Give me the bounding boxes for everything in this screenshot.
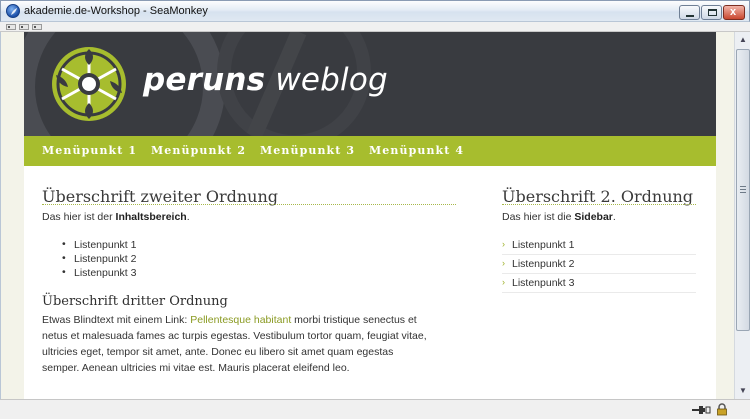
site-title-bold: peruns: [143, 62, 266, 98]
list-item: Listenpunkt 1: [62, 238, 137, 251]
sidebar-item-label: Listenpunkt 1: [512, 239, 575, 251]
collapsed-toolbars: [0, 22, 750, 32]
content-intro-suffix: .: [186, 211, 190, 223]
close-icon: x: [730, 6, 737, 18]
seamonkey-icon: [6, 4, 20, 18]
chevron-right-icon: ›: [502, 277, 505, 287]
menu-item-1[interactable]: Menüpunkt 1: [42, 144, 137, 157]
paragraph-line-1-prefix: Etwas Blindtext mit einem Link:: [42, 314, 191, 326]
page-background-right: [716, 32, 734, 399]
sidebar-item-3[interactable]: › Listenpunkt 3: [502, 275, 696, 293]
chevron-right-icon: ›: [502, 258, 505, 268]
main-menu: Menüpunkt 1 Menüpunkt 2 Menüpunkt 3 Menü…: [24, 136, 716, 166]
minimize-button[interactable]: [679, 5, 700, 20]
sidebar-item-1[interactable]: › Listenpunkt 1: [502, 237, 696, 255]
site-title-rest: weblog: [265, 62, 388, 98]
scrollbar-thumb[interactable]: [736, 49, 750, 331]
chevron-right-icon: ›: [502, 239, 505, 249]
toolbar-grippy-1[interactable]: [6, 24, 16, 30]
vertical-scrollbar[interactable]: ▲ ▼: [734, 32, 750, 399]
toolbar-grippy-2[interactable]: [19, 24, 29, 30]
network-plug-icon[interactable]: [692, 405, 712, 415]
menu-item-2[interactable]: Menüpunkt 2: [151, 144, 246, 157]
sidebar-intro-prefix: Das hier ist die: [502, 211, 575, 223]
list-item: Listenpunkt 2: [62, 252, 137, 265]
site-title: peruns weblog: [143, 62, 388, 98]
pellentesque-link[interactable]: Pellentesque habitant: [190, 314, 291, 326]
content-intro: Das hier ist der Inhaltsbereich.: [42, 211, 190, 223]
sidebar-intro: Das hier ist die Sidebar.: [502, 211, 616, 223]
content-subheading: Überschrift dritter Ordnung: [42, 294, 228, 309]
sidebar-intro-suffix: .: [612, 211, 616, 223]
paragraph-line-1-suffix: morbi tristique senectus et: [291, 314, 417, 326]
minimize-icon: [686, 15, 694, 17]
site-header: peruns weblog: [24, 32, 716, 136]
content-heading-rule: [42, 204, 456, 205]
content-intro-prefix: Das hier ist der: [42, 211, 116, 223]
paragraph-line-2: netus et malesuada fames ac turpis egest…: [42, 330, 427, 342]
paragraph-line-1: Etwas Blindtext mit einem Link: Pellente…: [42, 312, 427, 328]
list-item: Listenpunkt 3: [62, 266, 137, 279]
status-bar: [0, 399, 750, 419]
window-title: akademie.de-Workshop - SeaMonkey: [24, 5, 208, 17]
content-paragraph: Etwas Blindtext mit einem Link: Pellente…: [42, 312, 427, 376]
web-page: peruns weblog Menüpunkt 1 Menüpunkt 2 Me…: [24, 32, 716, 399]
close-button[interactable]: x: [723, 5, 745, 20]
perun-emblem-icon: [52, 47, 126, 121]
maximize-icon: [708, 9, 717, 16]
page-background-left: [0, 32, 24, 399]
scroll-down-arrow-icon[interactable]: ▼: [735, 383, 750, 399]
paragraph-line-3: ultricies eget, tempor sit amet, ante. D…: [42, 346, 394, 358]
toolbar-grippy-3[interactable]: [32, 24, 42, 30]
sidebar-heading-rule: [502, 204, 696, 205]
sidebar-item-2[interactable]: › Listenpunkt 2: [502, 256, 696, 274]
sidebar-intro-bold: Sidebar: [574, 211, 613, 223]
sidebar-item-label: Listenpunkt 3: [512, 277, 575, 289]
grip-lines-icon: [740, 186, 746, 193]
padlock-icon[interactable]: [716, 403, 728, 416]
paragraph-line-4: semper. Aenean ultricies mi vitae est. M…: [42, 362, 350, 374]
content-intro-bold: Inhaltsbereich: [115, 211, 187, 223]
scroll-up-arrow-icon[interactable]: ▲: [735, 32, 750, 48]
maximize-button[interactable]: [701, 5, 722, 20]
sidebar-item-label: Listenpunkt 2: [512, 258, 575, 270]
menu-item-4[interactable]: Menüpunkt 4: [369, 144, 464, 157]
window-titlebar: akademie.de-Workshop - SeaMonkey x: [0, 0, 750, 22]
menu-item-3[interactable]: Menüpunkt 3: [260, 144, 355, 157]
